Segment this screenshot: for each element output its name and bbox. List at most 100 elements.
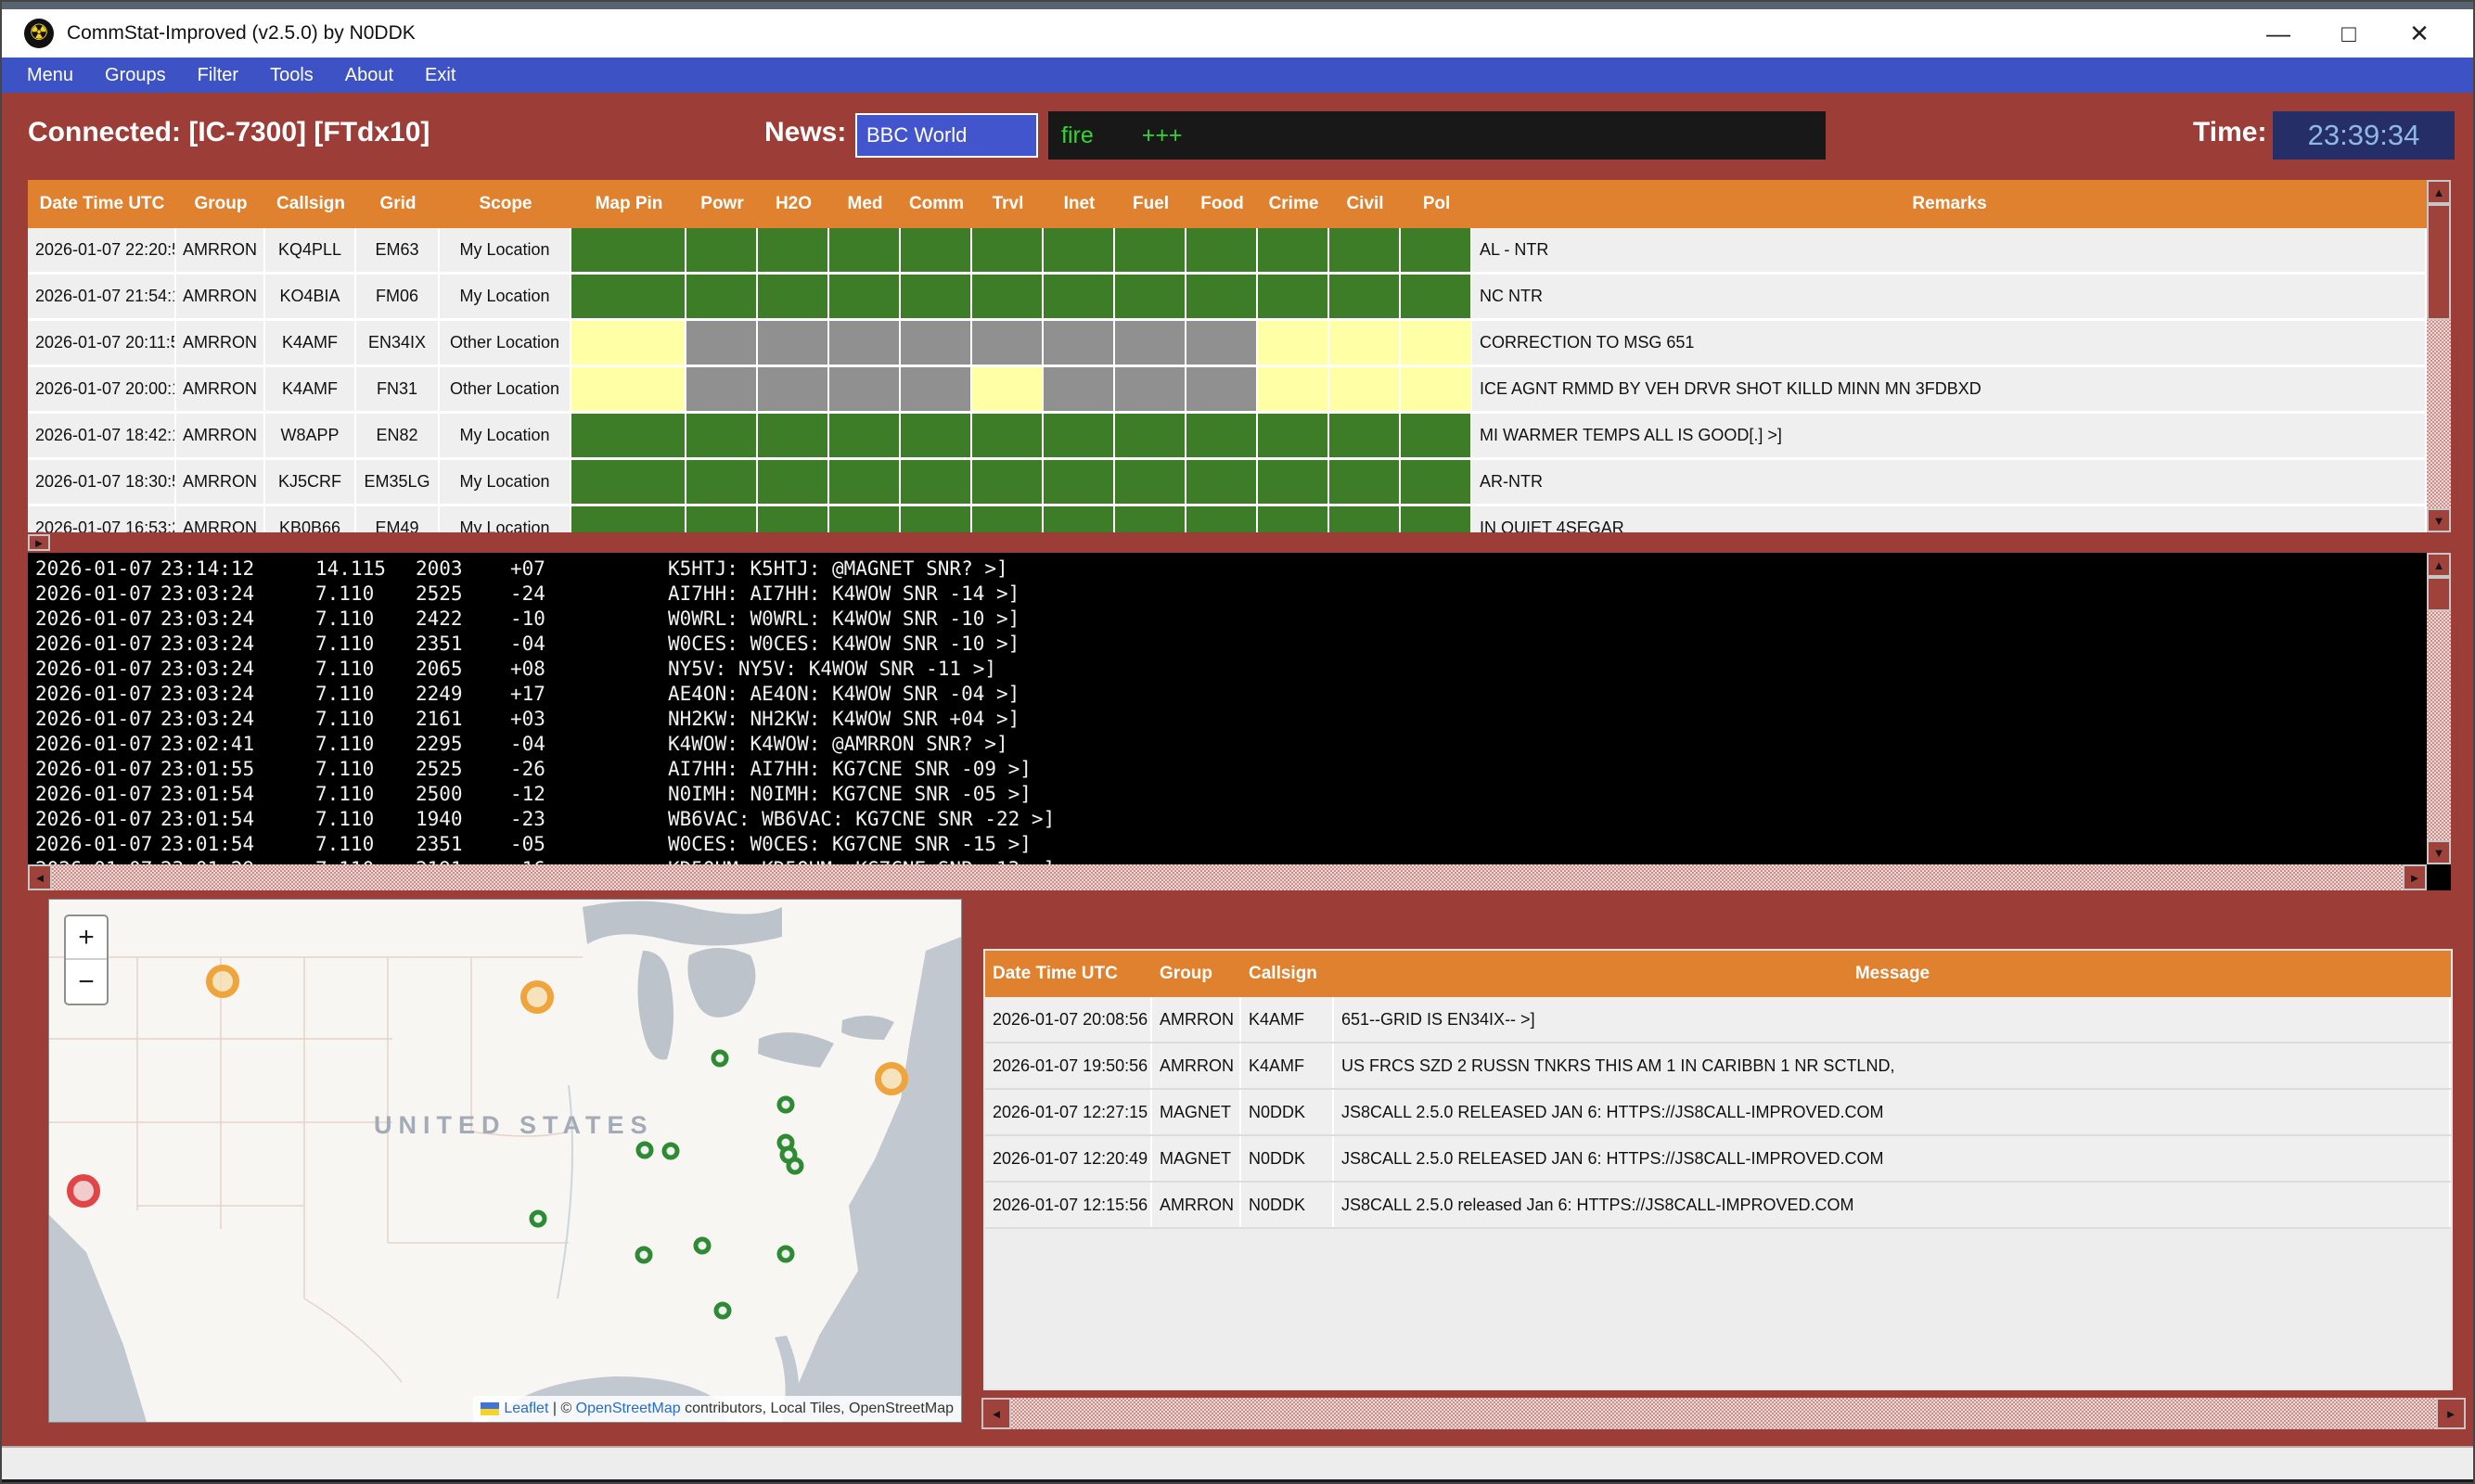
orange-map-marker[interactable]	[875, 1062, 908, 1095]
leaflet-link[interactable]: Leaflet	[504, 1401, 548, 1417]
news-input[interactable]	[855, 113, 1038, 158]
scroll-track[interactable]	[1011, 1398, 2436, 1429]
green-map-marker[interactable]	[777, 1245, 795, 1262]
status-cell-trvl	[972, 460, 1044, 504]
green-map-marker[interactable]	[777, 1095, 795, 1113]
column-header-civil[interactable]: Civil	[1329, 180, 1401, 228]
column-header-scope[interactable]: Scope	[440, 180, 571, 228]
green-map-marker[interactable]	[693, 1237, 711, 1255]
terminal-frequency: 14.115	[315, 557, 416, 582]
scroll-track[interactable]	[2427, 577, 2451, 840]
terminal-frequency: 7.110	[315, 758, 416, 783]
message-row[interactable]: 2026-01-07 20:08:56AMRRONK4AMF651--GRID …	[985, 997, 2451, 1043]
orange-map-marker[interactable]	[206, 965, 239, 998]
orange-map-marker[interactable]	[520, 980, 554, 1014]
status-cell-pol	[1401, 414, 1472, 457]
green-map-marker[interactable]	[711, 1049, 728, 1067]
report-row[interactable]: 2026-01-07 20:11:56AMRRONK4AMFEN34IXOthe…	[28, 321, 2427, 367]
column-header-callsign[interactable]: Callsign	[265, 180, 356, 228]
column-header-food[interactable]: Food	[1186, 180, 1258, 228]
terminal-frequency: 7.110	[315, 833, 416, 858]
scroll-track[interactable]	[2427, 204, 2451, 508]
column-header-med[interactable]: Med	[829, 180, 901, 228]
scroll-right-button[interactable]: ►	[2403, 864, 2427, 890]
green-map-marker[interactable]	[635, 1247, 652, 1264]
terminal-message: WB6VAC: WB6VAC: KG7CNE SNR -22 >]	[668, 808, 2427, 833]
scroll-left-button[interactable]: ◄	[981, 1398, 1011, 1429]
cell-group: MAGNET	[1152, 1136, 1241, 1181]
terminal-line: 2026-01-0723:03:247.1102161+03NH2KW: NH2…	[28, 708, 2427, 733]
column-header-callsign[interactable]: Callsign	[1241, 951, 1334, 997]
column-header-comm[interactable]: Comm	[901, 180, 972, 228]
column-header-trvl[interactable]: Trvl	[972, 180, 1044, 228]
scroll-down-button[interactable]: ▼	[2427, 840, 2451, 864]
column-header-fuel[interactable]: Fuel	[1115, 180, 1186, 228]
scroll-up-button[interactable]: ▲	[2427, 553, 2451, 577]
messages-hscrollbar: ◄ ►	[981, 1398, 2466, 1429]
message-row[interactable]: 2026-01-07 12:20:49MAGNETN0DDKJS8CALL 2.…	[985, 1136, 2451, 1183]
report-row[interactable]: 2026-01-07 20:00:11AMRRONK4AMFFN31Other …	[28, 367, 2427, 414]
column-header-h2o[interactable]: H2O	[758, 180, 829, 228]
report-row[interactable]: 2026-01-07 18:42:13AMRRONW8APPEN82My Loc…	[28, 414, 2427, 460]
message-row[interactable]: 2026-01-07 19:50:56AMRRONK4AMFUS FRCS SZ…	[985, 1043, 2451, 1090]
red-map-marker[interactable]	[67, 1174, 100, 1208]
status-cell-med	[829, 275, 901, 318]
close-button[interactable]: ✕	[2384, 19, 2455, 48]
message-row[interactable]: 2026-01-07 12:27:15MAGNETN0DDKJS8CALL 2.…	[985, 1090, 2451, 1136]
column-header-remarks[interactable]: Remarks	[1472, 180, 2427, 228]
minimize-button[interactable]: —	[2243, 19, 2314, 48]
status-cell-inet	[1044, 414, 1115, 457]
column-header-date-time-utc[interactable]: Date Time UTC	[28, 180, 176, 228]
maximize-button[interactable]: □	[2314, 19, 2384, 48]
green-map-marker[interactable]	[787, 1157, 804, 1174]
report-row[interactable]: 2026-01-07 18:30:54AMRRONKJ5CRFEM35LGMy …	[28, 460, 2427, 506]
menu-item-tools[interactable]: Tools	[254, 65, 329, 86]
green-map-marker[interactable]	[662, 1143, 680, 1160]
menu-item-menu[interactable]: Menu	[11, 65, 89, 86]
scroll-thumb[interactable]	[2427, 204, 2451, 320]
message-row[interactable]: 2026-01-07 12:15:56AMRRONN0DDKJS8CALL 2.…	[985, 1183, 2451, 1229]
column-header-date-time-utc[interactable]: Date Time UTC	[985, 951, 1152, 997]
green-map-marker[interactable]	[635, 1141, 653, 1158]
zoom-out-button[interactable]: −	[66, 960, 107, 1004]
terminal-time: 23:03:24	[160, 658, 288, 683]
terminal-time: 23:03:24	[160, 633, 288, 658]
menu-item-groups[interactable]: Groups	[89, 65, 182, 86]
column-header-group[interactable]: Group	[176, 180, 265, 228]
scroll-thumb[interactable]	[2427, 577, 2451, 611]
scroll-left-button[interactable]: ◄	[28, 864, 52, 890]
menu-item-about[interactable]: About	[329, 65, 409, 86]
terminal-time: 23:03:24	[160, 683, 288, 708]
status-cell-civil	[1329, 367, 1401, 411]
news-ticker: fire +++	[1048, 111, 1826, 160]
column-header-pol[interactable]: Pol	[1401, 180, 1472, 228]
status-cell-crime	[1258, 506, 1329, 532]
terminal-log[interactable]: 2026-01-0723:14:1214.1152003+07K5HTJ: K5…	[28, 553, 2427, 864]
status-cell-pol	[1401, 367, 1472, 411]
column-header-grid[interactable]: Grid	[356, 180, 440, 228]
column-header-group[interactable]: Group	[1152, 951, 1241, 997]
scroll-down-button[interactable]: ▼	[2427, 508, 2451, 532]
report-row[interactable]: 2026-01-07 16:53:26AMRRONKB0B66EM49My Lo…	[28, 506, 2427, 532]
scroll-up-button[interactable]: ▲	[2427, 180, 2451, 204]
scroll-right-button[interactable]: ►	[2436, 1398, 2466, 1429]
terminal-time: 23:02:41	[160, 733, 288, 758]
zoom-in-button[interactable]: +	[66, 916, 107, 960]
openstreetmap-link[interactable]: OpenStreetMap	[576, 1401, 681, 1417]
menu-item-exit[interactable]: Exit	[409, 65, 471, 86]
report-row[interactable]: 2026-01-07 21:54:11AMRRONKO4BIAFM06My Lo…	[28, 275, 2427, 321]
column-header-message[interactable]: Message	[1334, 951, 2451, 997]
column-header-crime[interactable]: Crime	[1258, 180, 1329, 228]
column-header-powr[interactable]: Powr	[686, 180, 758, 228]
map-panel[interactable]: UNITED STATES + − Leaflet | © OpenStreet…	[48, 899, 962, 1423]
column-header-inet[interactable]: Inet	[1044, 180, 1115, 228]
green-map-marker[interactable]	[529, 1209, 546, 1227]
us-map[interactable]: UNITED STATES	[49, 900, 961, 1422]
scroll-right-button[interactable]: ►	[28, 534, 50, 551]
status-cell-map-pin	[571, 228, 686, 272]
column-header-map-pin[interactable]: Map Pin	[571, 180, 686, 228]
report-row[interactable]: 2026-01-07 22:20:56AMRRONKQ4PLLEM63My Lo…	[28, 228, 2427, 275]
menu-item-filter[interactable]: Filter	[182, 65, 254, 86]
scroll-track[interactable]	[52, 864, 2403, 890]
green-map-marker[interactable]	[714, 1301, 732, 1319]
